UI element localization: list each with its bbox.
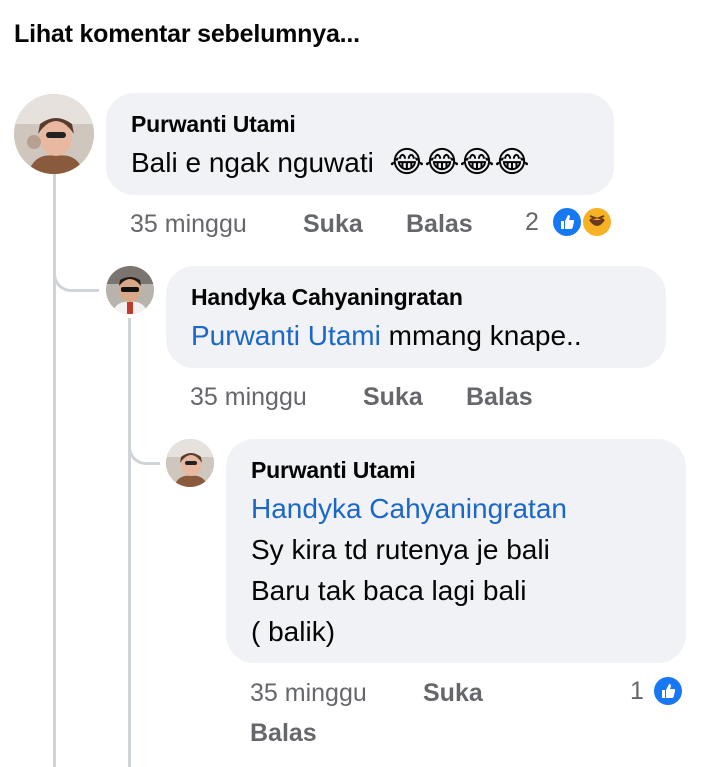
comment-text: Bali e ngak nguwati 😂😂😂😂 bbox=[131, 143, 530, 183]
reply-button[interactable]: Balas bbox=[406, 210, 473, 239]
comment-text-body: mmang knape.. bbox=[380, 320, 582, 351]
thread-line-nested bbox=[128, 318, 131, 767]
mention-link[interactable]: Handyka Cahyaningratan bbox=[251, 489, 567, 529]
thread-branch-1 bbox=[53, 262, 99, 292]
comment-bubble: Purwanti Utami Handyka Cahyaningratan Sy… bbox=[226, 439, 686, 663]
laughing-emoji-icon: 😂😂😂😂 bbox=[389, 146, 530, 179]
thread-line-main bbox=[53, 170, 56, 767]
comment-author[interactable]: Purwanti Utami bbox=[131, 111, 296, 138]
like-icon bbox=[581, 206, 613, 238]
like-button[interactable]: Suka bbox=[363, 383, 423, 412]
profile-photo-icon bbox=[166, 439, 214, 487]
profile-photo-icon bbox=[106, 266, 154, 314]
reaction-count: 2 bbox=[525, 208, 539, 236]
reaction-count: 1 bbox=[630, 677, 644, 705]
like-icon bbox=[652, 675, 684, 707]
avatar[interactable] bbox=[106, 266, 154, 314]
mention-link[interactable]: Purwanti Utami bbox=[191, 320, 381, 351]
reaction-summary[interactable]: 1 bbox=[630, 673, 690, 711]
thread-branch-2 bbox=[128, 435, 160, 465]
avatar[interactable] bbox=[14, 94, 94, 174]
comment-bubble: Purwanti Utami Bali e ngak nguwati 😂😂😂😂 bbox=[106, 93, 614, 195]
like-button[interactable]: Suka bbox=[303, 210, 363, 239]
comment-text: Purwanti Utami mmang knape.. bbox=[191, 316, 582, 356]
comment-text-line: Sy kira td rutenya je bali bbox=[251, 534, 550, 565]
reaction-summary[interactable]: 2 bbox=[525, 204, 617, 242]
comment-timestamp[interactable]: 35 minggu bbox=[130, 210, 247, 239]
like-button[interactable]: Suka bbox=[423, 679, 483, 708]
laugh-icon bbox=[551, 206, 583, 238]
reply-button[interactable]: Balas bbox=[250, 719, 317, 748]
comment-timestamp[interactable]: 35 minggu bbox=[250, 679, 367, 708]
comment-author[interactable]: Purwanti Utami bbox=[251, 457, 416, 484]
avatar[interactable] bbox=[166, 439, 214, 487]
comment-author[interactable]: Handyka Cahyaningratan bbox=[191, 284, 463, 311]
comment-timestamp[interactable]: 35 minggu bbox=[190, 383, 307, 412]
reply-button[interactable]: Balas bbox=[466, 383, 533, 412]
see-previous-comments-link[interactable]: Lihat komentar sebelumnya... bbox=[14, 20, 360, 49]
comment-text-line: ( balik) bbox=[251, 616, 336, 647]
comment-text-line: Baru tak baca lagi bali bbox=[251, 575, 527, 606]
profile-photo-icon bbox=[14, 94, 94, 174]
comment-text-body: Bali e ngak nguwati bbox=[131, 147, 374, 178]
comment-bubble: Handyka Cahyaningratan Purwanti Utami mm… bbox=[166, 266, 666, 368]
